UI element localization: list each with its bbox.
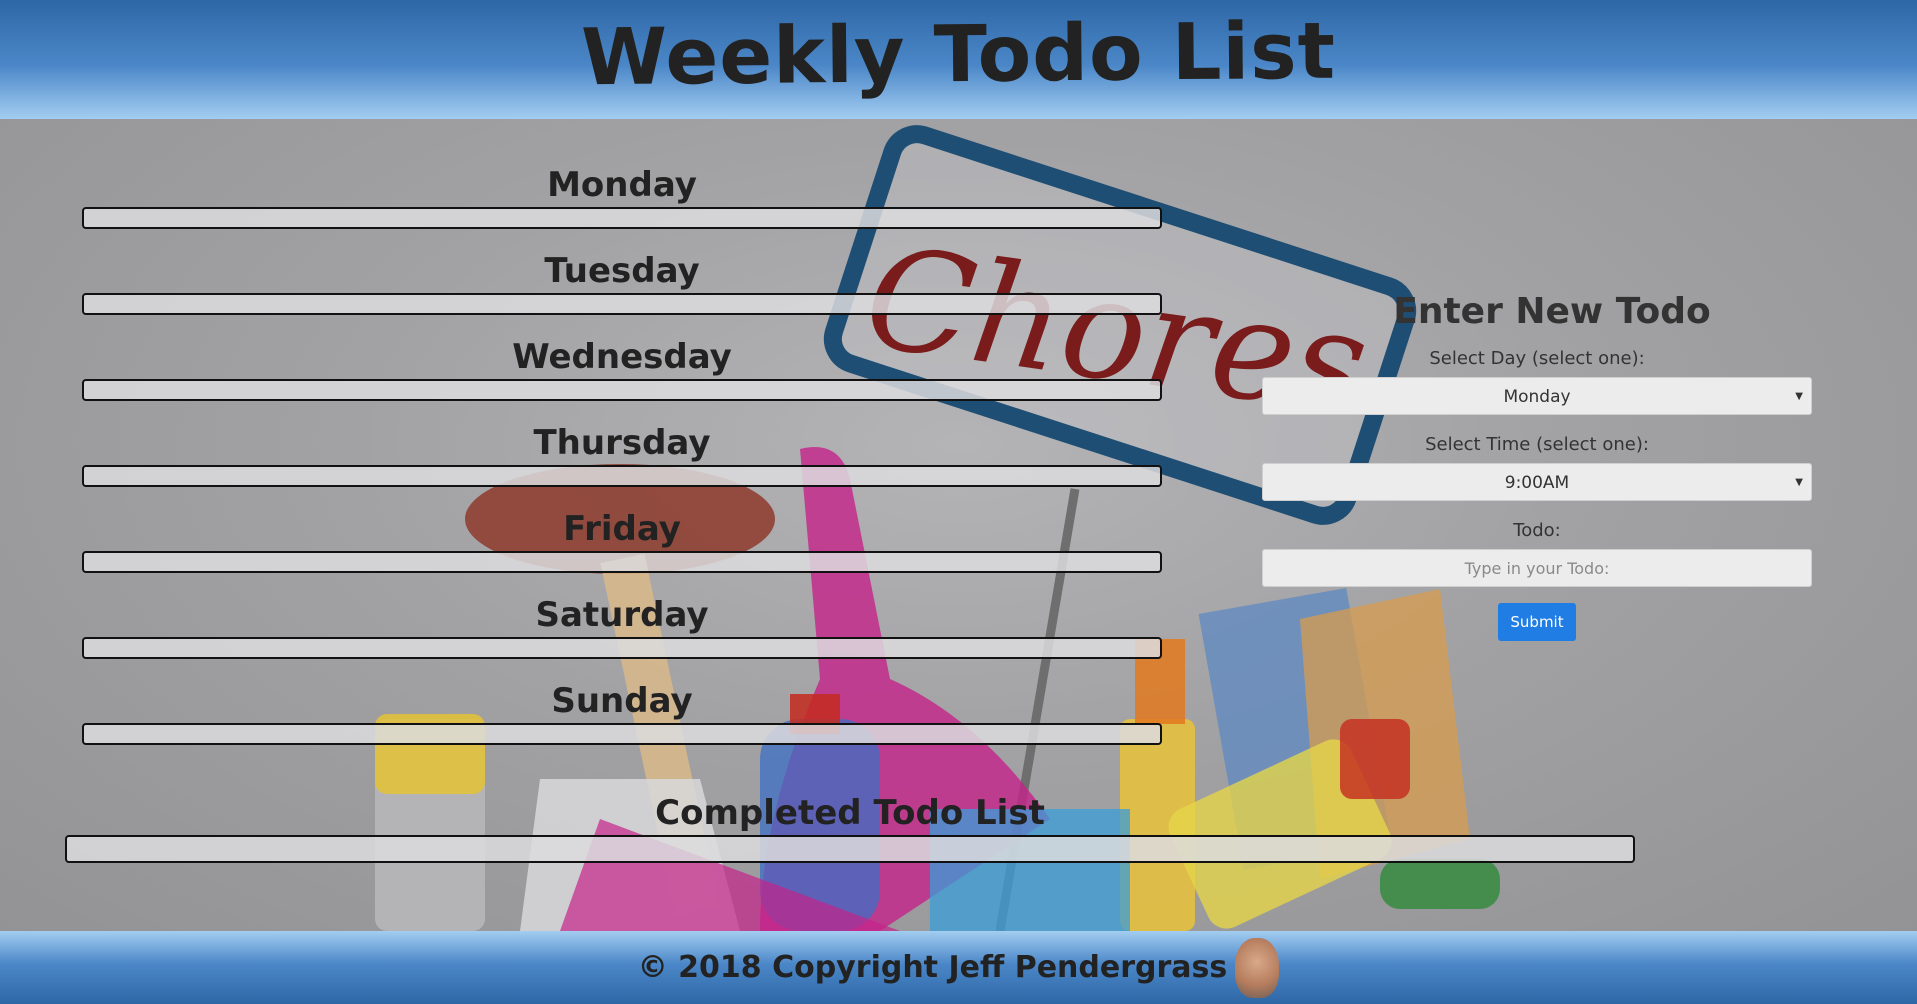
time-select-label: Select Time (select one): <box>1425 434 1649 455</box>
day-thursday: Thursday <box>82 421 1162 487</box>
new-todo-form: Enter New Todo Select Day (select one): … <box>1262 287 1812 641</box>
time-select-value: 9:00AM <box>1504 473 1570 493</box>
avatar <box>1235 937 1280 998</box>
day-label: Sunday <box>551 681 693 721</box>
day-monday: Monday <box>82 163 1162 229</box>
copyright-text: © 2018 Copyright Jeff Pendergrass <box>637 950 1228 985</box>
day-select-label: Select Day (select one): <box>1429 348 1645 369</box>
day-saturday: Saturday <box>82 593 1162 659</box>
day-label: Monday <box>547 165 697 205</box>
day-todo-list[interactable] <box>82 465 1162 487</box>
completed-section: Completed Todo List <box>65 791 1635 863</box>
time-select[interactable]: 9:00AM ▼ <box>1262 463 1812 501</box>
day-todo-list[interactable] <box>82 723 1162 745</box>
page-title: Weekly Todo List <box>580 6 1337 104</box>
todo-label: Todo: <box>1513 520 1561 541</box>
completed-label: Completed Todo List <box>655 793 1045 833</box>
day-wednesday: Wednesday <box>82 335 1162 401</box>
page-footer: © 2018 Copyright Jeff Pendergrass <box>0 931 1917 1004</box>
todo-input[interactable] <box>1262 549 1812 587</box>
day-todo-list[interactable] <box>82 637 1162 659</box>
day-todo-list[interactable] <box>82 207 1162 229</box>
page-header: Weekly Todo List <box>0 0 1917 119</box>
day-friday: Friday <box>82 507 1162 573</box>
day-select-value: Monday <box>1503 387 1571 407</box>
day-label: Friday <box>563 509 681 549</box>
chevron-down-icon: ▼ <box>1795 391 1803 402</box>
day-sunday: Sunday <box>82 679 1162 745</box>
day-label: Tuesday <box>544 251 700 291</box>
form-title: Enter New Todo <box>1393 291 1711 332</box>
day-todo-list[interactable] <box>82 551 1162 573</box>
day-label: Thursday <box>533 423 711 463</box>
day-tuesday: Tuesday <box>82 249 1162 315</box>
submit-button[interactable]: Submit <box>1498 603 1576 641</box>
main-content: Chores Monday Tuesday Wednesday Thursday… <box>0 119 1917 931</box>
day-todo-list[interactable] <box>82 293 1162 315</box>
completed-todo-list[interactable] <box>65 835 1635 863</box>
day-todo-list[interactable] <box>82 379 1162 401</box>
day-select[interactable]: Monday ▼ <box>1262 377 1812 415</box>
day-label: Wednesday <box>512 337 732 377</box>
day-label: Saturday <box>535 595 709 635</box>
chevron-down-icon: ▼ <box>1795 477 1803 488</box>
